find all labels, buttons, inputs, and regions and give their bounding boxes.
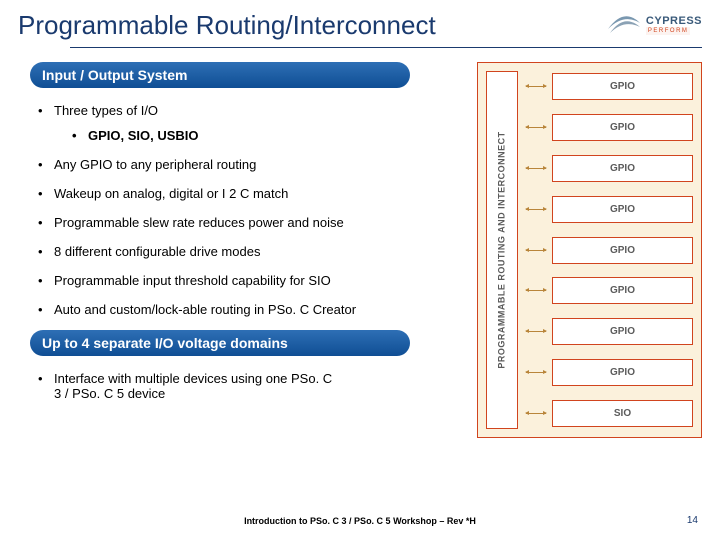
- routing-diagram: PROGRAMMABLE ROUTING AND INTERCONNECT GP…: [477, 62, 702, 438]
- cypress-logo: CYPRESS PERFORM: [606, 11, 702, 41]
- io-box: GPIO: [552, 277, 693, 304]
- header-rule: [70, 47, 702, 48]
- bidir-arrow-icon: [526, 168, 546, 169]
- logo-name: CYPRESS: [646, 16, 702, 27]
- section2-bullets: Interface with multiple devices using on…: [36, 364, 461, 408]
- bullet-item: Programmable input threshold capability …: [36, 266, 461, 295]
- slide-footer: Introduction to PSo. C 3 / PSo. C 5 Work…: [0, 516, 720, 526]
- interconnect-label: PROGRAMMABLE ROUTING AND INTERCONNECT: [497, 131, 507, 368]
- bidir-arrow-icon: [526, 372, 546, 373]
- logo-text: CYPRESS PERFORM: [646, 16, 702, 35]
- logo-swoosh-icon: [606, 11, 642, 41]
- bullet-item: Wakeup on analog, digital or I 2 C match: [36, 179, 461, 208]
- section1-bullets: Three types of I/O GPIO, SIO, USBIO Any …: [36, 96, 461, 324]
- bullet-item: Auto and custom/lock-able routing in PSo…: [36, 295, 461, 324]
- io-row: GPIO: [526, 114, 693, 141]
- io-box: SIO: [552, 400, 693, 427]
- bullet-item: 8 different configurable drive modes: [36, 237, 461, 266]
- io-row: GPIO: [526, 318, 693, 345]
- bidir-arrow-icon: [526, 250, 546, 251]
- section-heading-2: Up to 4 separate I/O voltage domains: [30, 330, 410, 356]
- io-box: GPIO: [552, 318, 693, 345]
- bidir-arrow-icon: [526, 413, 546, 414]
- text-column: Input / Output System Three types of I/O…: [30, 62, 467, 438]
- interconnect-bar: PROGRAMMABLE ROUTING AND INTERCONNECT: [486, 71, 518, 429]
- io-box: GPIO: [552, 114, 693, 141]
- slide-title: Programmable Routing/Interconnect: [18, 10, 436, 41]
- io-box: GPIO: [552, 359, 693, 386]
- io-row: GPIO: [526, 73, 693, 100]
- io-row: GPIO: [526, 359, 693, 386]
- bullet-text: Three types of I/O: [54, 103, 158, 118]
- io-box: GPIO: [552, 73, 693, 100]
- bullet-item: Three types of I/O GPIO, SIO, USBIO: [36, 96, 461, 150]
- io-box: GPIO: [552, 155, 693, 182]
- page-number: 14: [687, 515, 698, 526]
- io-box: GPIO: [552, 196, 693, 223]
- io-row: SIO: [526, 400, 693, 427]
- section-heading-1: Input / Output System: [30, 62, 410, 88]
- slide-content: Input / Output System Three types of I/O…: [0, 58, 720, 438]
- io-row: GPIO: [526, 237, 693, 264]
- io-row: GPIO: [526, 196, 693, 223]
- bidir-arrow-icon: [526, 86, 546, 87]
- bidir-arrow-icon: [526, 290, 546, 291]
- io-box: GPIO: [552, 237, 693, 264]
- sub-bullets: GPIO, SIO, USBIO: [70, 128, 461, 143]
- bullet-item: Any GPIO to any peripheral routing: [36, 150, 461, 179]
- slide-header: Programmable Routing/Interconnect CYPRES…: [0, 0, 720, 47]
- bullet-item: Interface with multiple devices using on…: [36, 364, 336, 408]
- logo-subtitle: PERFORM: [646, 27, 691, 35]
- diagram-column: PROGRAMMABLE ROUTING AND INTERCONNECT GP…: [477, 62, 702, 438]
- io-row: GPIO: [526, 277, 693, 304]
- bullet-item: Programmable slew rate reduces power and…: [36, 208, 461, 237]
- bidir-arrow-icon: [526, 127, 546, 128]
- io-row: GPIO: [526, 155, 693, 182]
- sub-bullet-item: GPIO, SIO, USBIO: [70, 128, 461, 143]
- bidir-arrow-icon: [526, 331, 546, 332]
- bidir-arrow-icon: [526, 209, 546, 210]
- io-stack: GPIO GPIO GPIO GPIO GPIO GPIO GPIO GPIO …: [526, 71, 693, 429]
